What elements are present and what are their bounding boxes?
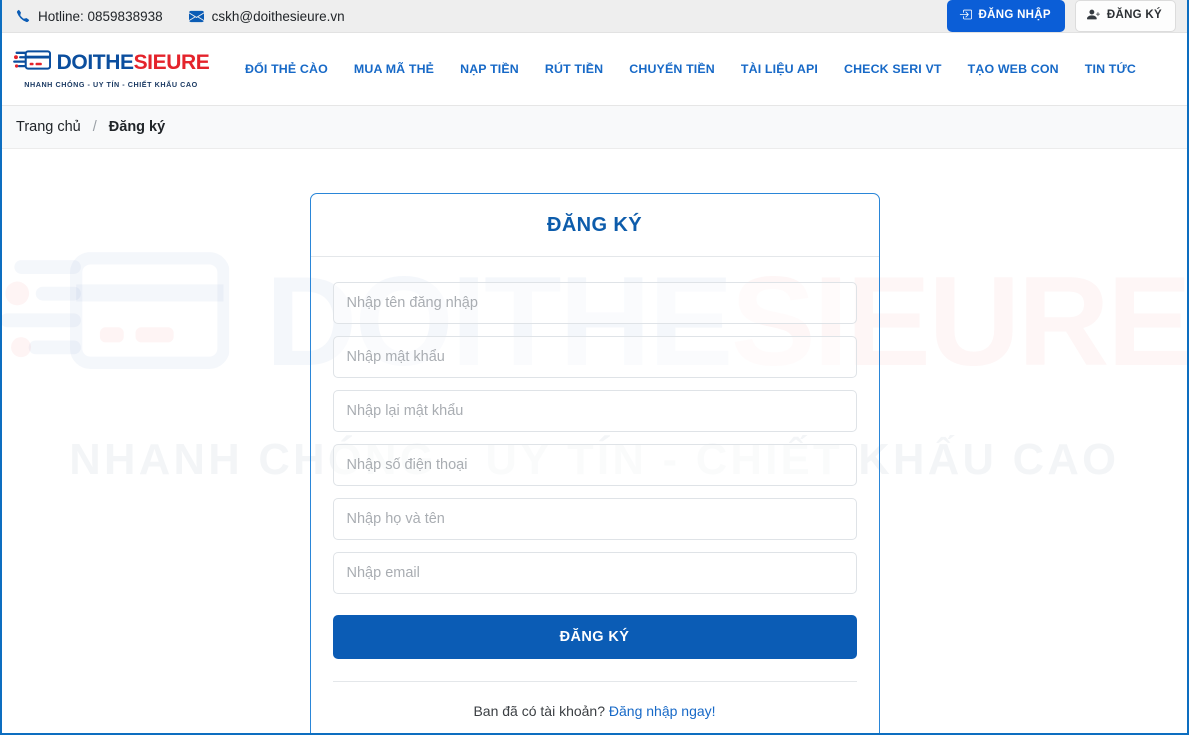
login-prompt: Ban đã có tài khoản? Đăng nhập ngay! (333, 682, 857, 732)
email-label: cskh@doithesieure.vn (211, 8, 345, 24)
breadcrumb-current: Đăng ký (108, 119, 166, 135)
password-input[interactable] (332, 336, 857, 378)
password-confirm-input[interactable] (332, 390, 857, 432)
register-button-top-label: ĐĂNG KÝ (1106, 9, 1162, 22)
email-contact[interactable]: cskh@doithesieure.vn (188, 8, 345, 24)
nav-item-chuyen-tien[interactable]: CHUYỂN TIỀN (616, 54, 728, 84)
card-speed-icon (12, 49, 51, 76)
register-card: ĐĂNG KÝ ĐĂNG KÝ Ban đã có tài khoản? Đăn… (309, 193, 880, 736)
user-plus-icon (1086, 8, 1100, 25)
site-logo[interactable]: DOITHESIEURE NHANH CHÓNG - UY TÍN - CHIẾ… (12, 49, 210, 89)
nav-item-rut-tien[interactable]: RÚT TIỀN (532, 54, 616, 84)
sign-in-icon (959, 8, 972, 25)
username-input[interactable] (332, 282, 857, 324)
nav-item-tao-web-con[interactable]: TẠO WEB CON (955, 54, 1072, 84)
breadcrumb-home[interactable]: Trang chủ (16, 119, 81, 135)
logo-text: DOITHESIEURE (57, 52, 210, 73)
hotline-label: Hotline: 0859838938 (38, 8, 163, 24)
top-auth-buttons: ĐĂNG NHẬP ĐĂNG KÝ (946, 0, 1176, 33)
logo-text-secondary: SIEURE (133, 51, 210, 74)
main-navbar: DOITHESIEURE NHANH CHÓNG - UY TÍN - CHIẾ… (2, 33, 1187, 106)
nav-item-nap-tien[interactable]: NẠP TIỀN (447, 54, 532, 84)
login-now-link[interactable]: Đăng nhập ngay! (609, 703, 716, 719)
fullname-input[interactable] (332, 498, 857, 540)
nav-item-check-seri-vt[interactable]: CHECK SERI VT (831, 54, 955, 84)
logo-tagline: NHANH CHÓNG - UY TÍN - CHIẾT KHẤU CAO (24, 80, 198, 89)
email-input[interactable] (332, 552, 857, 594)
page-title: ĐĂNG KÝ (546, 214, 643, 236)
top-contact-bar: Hotline: 0859838938 cskh@doithesieure.vn… (2, 0, 1187, 33)
hotline-contact[interactable]: Hotline: 0859838938 (16, 9, 163, 24)
nav-item-tin-tuc[interactable]: TIN TỨC (1072, 54, 1149, 84)
breadcrumb: Trang chủ / Đăng ký (16, 119, 165, 135)
top-contact-group: Hotline: 0859838938 cskh@doithesieure.vn (16, 9, 947, 24)
register-submit-button[interactable]: ĐĂNG KÝ (332, 615, 857, 659)
register-card-header: ĐĂNG KÝ (310, 194, 879, 257)
nav-item-doi-the-cao[interactable]: ĐỔI THẺ CÀO (232, 54, 341, 84)
nav-item-mua-ma-the[interactable]: MUA MÃ THẺ (341, 54, 447, 84)
nav-item-tai-lieu-api[interactable]: TÀI LIỆU API (728, 54, 831, 84)
phone-icon (16, 9, 30, 23)
logo-text-primary: DOITHE (56, 51, 134, 74)
main-menu: ĐỔI THẺ CÀO MUA MÃ THẺ NẠP TIỀN RÚT TIỀN… (232, 54, 1149, 84)
login-button[interactable]: ĐĂNG NHẬP (946, 0, 1065, 33)
register-button-top[interactable]: ĐĂNG KÝ (1074, 0, 1176, 33)
login-button-label: ĐĂNG NHẬP (978, 9, 1051, 22)
breadcrumb-bar: Trang chủ / Đăng ký (2, 106, 1187, 149)
register-form: ĐĂNG KÝ Ban đã có tài khoản? Đăng nhập n… (311, 257, 879, 736)
envelope-icon (188, 9, 204, 24)
login-prompt-text: Ban đã có tài khoản? (473, 703, 605, 719)
main-content: ĐĂNG KÝ ĐĂNG KÝ Ban đã có tài khoản? Đăn… (2, 149, 1187, 736)
breadcrumb-separator: / (92, 119, 97, 135)
phone-input[interactable] (332, 444, 857, 486)
logo-row: DOITHESIEURE (12, 49, 210, 76)
